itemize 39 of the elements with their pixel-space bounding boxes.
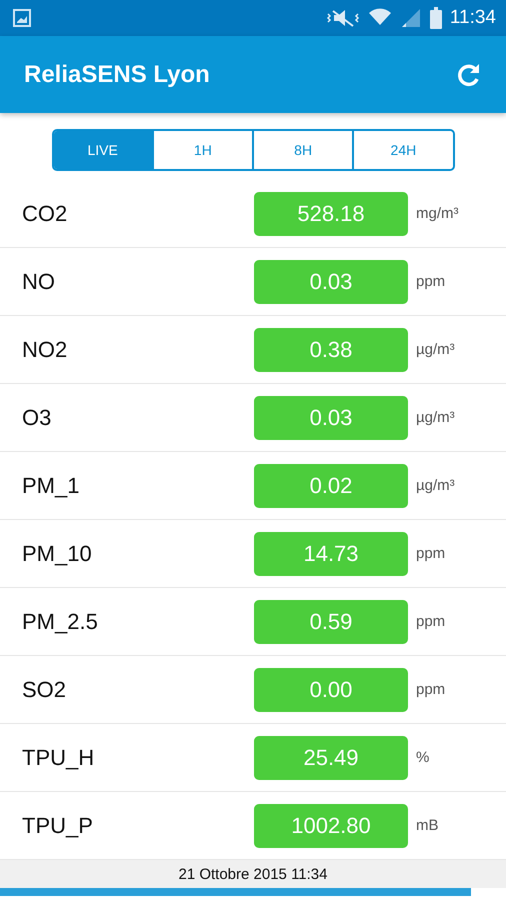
value-badge: 0.02	[254, 464, 408, 508]
unit-label: µg/m³	[416, 341, 455, 358]
value-badge: 1002.80	[254, 804, 408, 848]
pollutant-name: TPU_H	[21, 744, 96, 770]
unit-label: mg/m³	[416, 205, 458, 222]
value-badge: 14.73	[254, 532, 408, 576]
pollutant-name: PM_2.5	[21, 608, 99, 634]
unit-label: ppm	[416, 681, 446, 698]
pollutant-name: PM_10	[21, 540, 93, 566]
pollutant-name: NO	[21, 268, 56, 294]
unit-label: mB	[416, 817, 438, 834]
app-title: ReliaSENS Lyon	[24, 60, 211, 88]
value-badge: 0.00	[254, 668, 408, 712]
refresh-icon	[456, 62, 482, 88]
value-badge: 528.18	[254, 192, 408, 236]
value-badge: 25.49	[254, 736, 408, 780]
pollutant-name: PM_1	[21, 472, 80, 498]
pollutant-name: O3	[21, 404, 52, 430]
unit-label: ppm	[416, 613, 446, 630]
signal-icon	[400, 8, 422, 28]
pollutant-name: TPU_P	[21, 812, 94, 838]
unit-label: ppm	[416, 273, 446, 290]
range-tab[interactable]: LIVE	[54, 131, 152, 169]
pollutant-name: SO2	[21, 676, 68, 702]
battery-icon	[430, 7, 442, 29]
range-tab[interactable]: 24H	[352, 131, 452, 169]
unit-label: %	[416, 749, 430, 766]
value-badge: 0.03	[254, 260, 408, 304]
unit-label: µg/m³	[416, 409, 455, 426]
value-badge: 0.38	[254, 328, 408, 372]
value-badge: 0.03	[254, 396, 408, 440]
timestamp-label: 21 Ottobre 2015 11:34	[0, 860, 506, 888]
clock-time: 11:34	[450, 7, 496, 29]
value-badge: 0.59	[254, 600, 408, 644]
gallery-icon	[12, 8, 32, 28]
pollutant-name: CO2	[21, 200, 68, 226]
pollutant-name: NO2	[21, 336, 68, 362]
unit-label: µg/m³	[416, 477, 455, 494]
unit-label: ppm	[416, 545, 446, 562]
